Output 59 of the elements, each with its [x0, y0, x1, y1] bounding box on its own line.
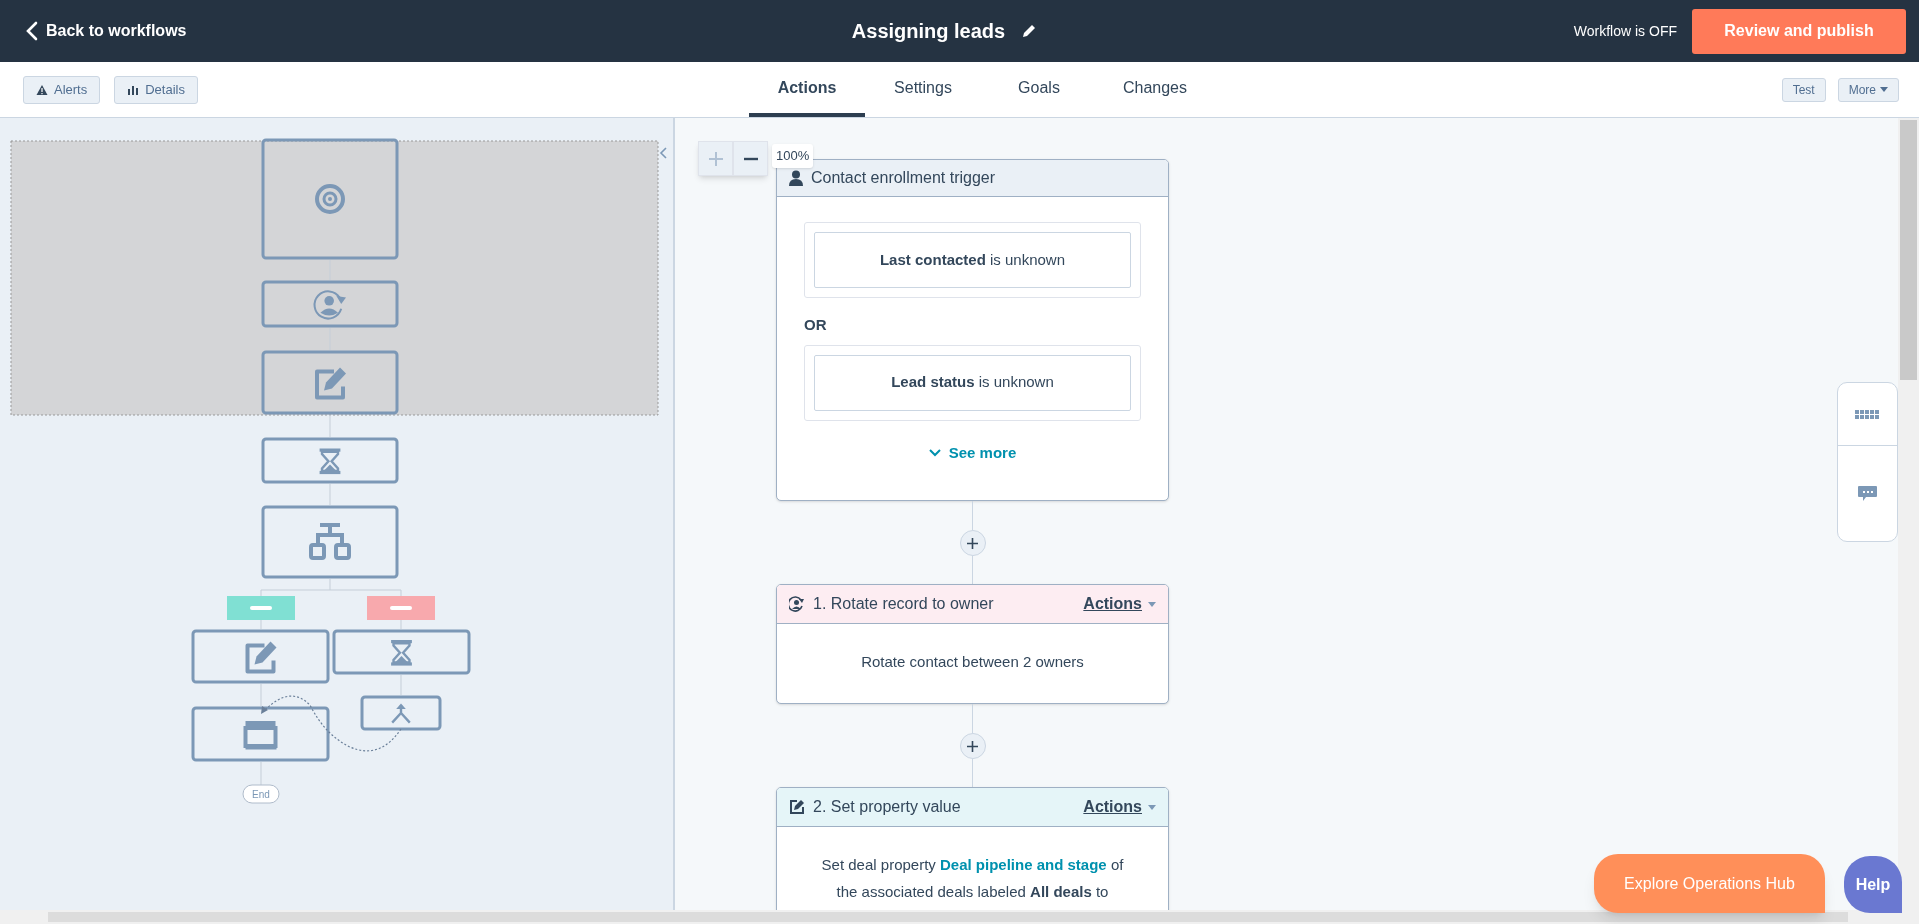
plus-icon	[708, 151, 723, 166]
card-title: 2. Set property value	[813, 797, 961, 817]
action-description: Rotate contact between 2 owners	[861, 652, 1084, 672]
vertical-scrollbar[interactable]	[1898, 118, 1919, 910]
filter-text: Lead status is unknown	[891, 372, 1054, 393]
zoom-out-button[interactable]	[733, 141, 768, 176]
collapse-icon	[659, 147, 667, 159]
back-link[interactable]: Back to workflows	[0, 19, 187, 43]
tab[interactable]: Changes	[1097, 62, 1213, 117]
person-rotate-icon	[313, 290, 346, 320]
edit-icon	[245, 641, 277, 674]
end-label: End	[252, 789, 270, 800]
chevron-down-icon	[928, 448, 941, 457]
actions-menu[interactable]: Actions	[1083, 795, 1156, 819]
workflow-title: Assigning leads	[851, 19, 1006, 44]
chat-icon	[1858, 485, 1877, 502]
caret-icon	[1148, 804, 1156, 810]
workflow-status: Workflow is OFF	[1573, 21, 1677, 41]
person-icon	[789, 170, 803, 186]
horizontal-scrollbar[interactable]	[0, 910, 1919, 924]
chevron-left-icon	[26, 21, 38, 41]
person-rotate-icon	[789, 596, 805, 612]
add-step-button[interactable]	[959, 733, 986, 759]
pencil-icon	[1021, 23, 1038, 39]
see-more-link[interactable]: See more	[928, 441, 1017, 464]
toolbar-button[interactable]: Alerts	[23, 75, 101, 104]
zoom-level: 100%	[772, 144, 814, 168]
card-title: Contact enrollment trigger	[811, 168, 996, 188]
tab[interactable]: Settings	[865, 62, 981, 117]
end-pill	[242, 784, 280, 804]
filter-text: Last contacted is unknown	[879, 249, 1066, 270]
warning-icon	[36, 83, 48, 96]
document-icon	[243, 721, 278, 750]
card-title: 1. Rotate record to owner	[813, 594, 994, 614]
add-step-button[interactable]	[959, 530, 986, 556]
tab[interactable]: Actions	[749, 62, 865, 117]
edit-icon	[315, 367, 346, 400]
test-button[interactable]: Test	[1781, 77, 1826, 102]
hourglass-icon	[319, 448, 341, 475]
caret-icon	[1880, 87, 1888, 92]
action-description: Set deal property Deal pipeline and stage of the associated deals labeled All deals to	[821, 855, 1124, 902]
target-icon	[315, 184, 345, 214]
property-link[interactable]: Deal pipeline and stage	[940, 856, 1107, 873]
hourglass-icon	[391, 640, 412, 666]
caret-icon	[1148, 601, 1156, 607]
bar-chart-icon	[127, 83, 140, 96]
or-label: OR	[804, 315, 828, 335]
actions-menu[interactable]: Actions	[1083, 592, 1156, 616]
plus-icon	[967, 537, 978, 549]
tab[interactable]: Goals	[981, 62, 1097, 117]
more-button[interactable]: More	[1837, 77, 1899, 102]
toolbar-button[interactable]: Details	[114, 75, 198, 104]
edit-icon	[789, 799, 805, 815]
publish-button[interactable]: Review and publish	[1692, 8, 1906, 54]
plus-icon	[967, 740, 978, 752]
help-button[interactable]: Help	[1844, 856, 1902, 913]
org-chart-icon	[309, 523, 351, 560]
dots-grid-icon	[1855, 409, 1880, 419]
split-arrow-icon	[391, 703, 411, 724]
